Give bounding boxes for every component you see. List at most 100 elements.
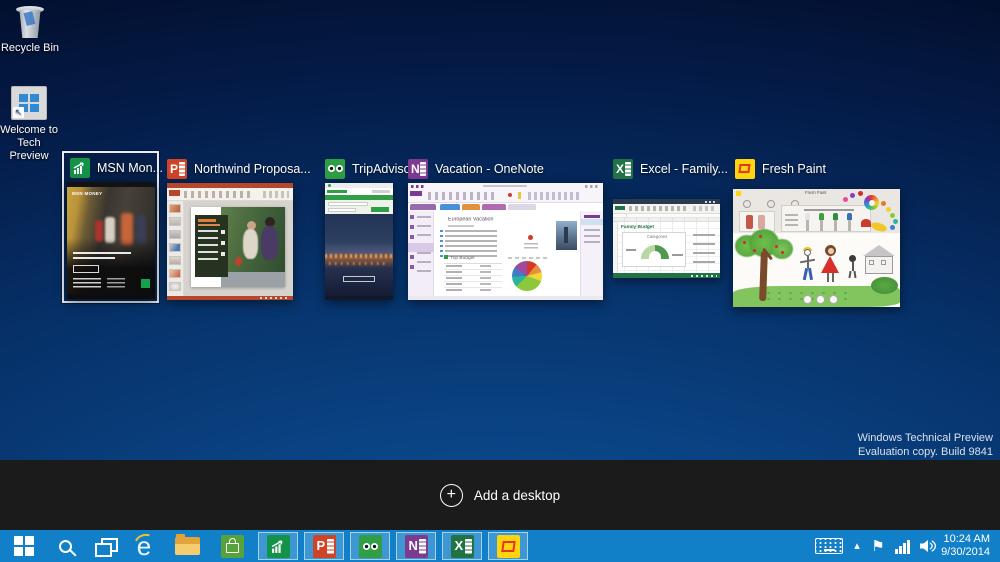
window-title-msn-money[interactable]: MSN Mon... <box>70 157 163 179</box>
keyboard-icon <box>815 538 843 554</box>
task-view-strip: + Add a desktop <box>0 460 1000 530</box>
trip-search-area <box>325 200 393 214</box>
selected-window-msn-money[interactable]: MSN Mon... MSN MONEY <box>62 151 163 303</box>
ppt-slide <box>191 207 285 287</box>
freshpaint-titlebar-icon <box>736 191 741 196</box>
powerpoint-icon: P <box>312 534 336 558</box>
taskbar-msn-money[interactable] <box>258 532 298 560</box>
window-title-label: Vacation - OneNote <box>435 162 544 176</box>
internet-explorer-button[interactable]: e <box>124 530 164 562</box>
search-icon <box>58 539 72 553</box>
add-desktop-button[interactable]: + Add a desktop <box>0 460 1000 530</box>
window-title-label: Excel - Family... <box>640 162 728 176</box>
window-title-label: Fresh Paint <box>762 162 826 176</box>
window-title-freshpaint[interactable]: Fresh Paint <box>735 158 826 180</box>
excel-heading: Family Budget <box>621 225 655 230</box>
ppt-canvas <box>184 201 293 296</box>
msn-money-icon <box>266 534 290 558</box>
taskbar-excel[interactable]: X <box>442 532 482 560</box>
freshpaint-titlebar-text: Fresh Paint <box>805 191 827 196</box>
msn-brand-text: MSN MONEY <box>72 192 103 197</box>
freshpaint-paint-panel <box>739 211 775 232</box>
build-watermark: Windows Technical Preview Evaluation cop… <box>857 432 993 458</box>
window-thumbnail-excel[interactable]: Family Budget Categories <box>613 199 720 278</box>
onenote-pie-chart <box>512 261 542 291</box>
window-title-powerpoint[interactable]: P Northwind Proposa... <box>167 158 311 180</box>
welcome-tech-preview-shortcut[interactable]: ↖ Welcome to Tech Preview <box>0 86 59 163</box>
welcome-shortcut-label: Welcome to Tech Preview <box>0 124 58 162</box>
window-thumbnail-onenote[interactable]: European Vacation Trip Budget <box>408 183 603 300</box>
internet-explorer-icon: e <box>130 530 159 559</box>
ppt-slide-rail <box>167 201 184 296</box>
window-thumbnail-freshpaint[interactable]: Fresh Paint <box>733 189 900 307</box>
file-explorer-button[interactable] <box>166 530 208 562</box>
tripadvisor-icon <box>358 534 382 558</box>
powerpoint-icon: P <box>167 159 187 179</box>
window-title-label: Northwind Proposa... <box>194 162 311 176</box>
onenote-budget-table <box>444 263 502 293</box>
welcome-shortcut-icon: ↖ <box>11 86 47 120</box>
freshpaint-bush <box>871 277 898 294</box>
volume-icon <box>919 540 936 552</box>
onenote-heading: European Vacation <box>448 217 494 223</box>
recycle-bin-shortcut[interactable]: Recycle Bin <box>0 6 60 55</box>
onenote-ribbon <box>408 189 603 203</box>
taskbar-clock[interactable]: 10:24 AM 9/30/2014 <box>941 530 996 562</box>
onenote-page-list <box>580 211 603 296</box>
task-view-icon <box>95 538 118 557</box>
plus-icon: + <box>439 483 463 507</box>
window-title-onenote[interactable]: N Vacation - OneNote <box>408 158 544 180</box>
excel-values-column <box>693 230 715 268</box>
fresh-paint-icon <box>496 534 520 558</box>
windows-logo-icon <box>14 536 34 556</box>
freshpaint-color-wheel <box>864 195 879 210</box>
recycle-bin-label: Recycle Bin <box>0 42 60 54</box>
taskbar-powerpoint[interactable]: P <box>304 532 344 560</box>
taskbar-tripadvisor[interactable] <box>350 532 390 560</box>
network-button[interactable] <box>890 530 914 562</box>
onenote-notebook-sidebar <box>408 211 434 296</box>
show-hidden-icons-button[interactable]: ▴ <box>848 530 866 562</box>
fresh-paint-icon <box>735 159 755 179</box>
search-button[interactable] <box>46 530 84 562</box>
excel-icon: X <box>450 534 474 558</box>
msn-money-icon <box>70 158 90 178</box>
volume-button[interactable] <box>914 530 940 562</box>
onenote-section-tabs <box>408 203 603 211</box>
network-signal-icon <box>894 539 910 554</box>
excel-chart-title: Categories <box>647 235 668 240</box>
start-button[interactable] <box>4 530 44 562</box>
onenote-page: European Vacation Trip Budget <box>434 211 580 296</box>
onenote-table-title: Trip Budget <box>450 256 475 261</box>
msn-logo-tile <box>141 279 150 288</box>
trip-photo <box>325 214 393 296</box>
clock-date: 9/30/2014 <box>941 546 990 558</box>
window-thumbnail-msn-money[interactable]: MSN MONEY <box>67 182 155 299</box>
onenote-icon: N <box>408 159 428 179</box>
onenote-photo <box>556 221 577 250</box>
store-button[interactable] <box>212 530 252 562</box>
store-icon <box>220 534 244 558</box>
touch-keyboard-button[interactable] <box>810 530 848 562</box>
shortcut-arrow-icon: ↖ <box>13 107 24 118</box>
excel-ribbon <box>613 204 720 214</box>
excel-icon: X <box>613 159 633 179</box>
taskbar-fresh-paint[interactable] <box>488 532 528 560</box>
freshpaint-brush-panel <box>781 205 871 232</box>
freshpaint-canvas <box>733 229 900 307</box>
task-view-button[interactable] <box>86 530 124 562</box>
window-title-label: MSN Mon... <box>97 161 163 175</box>
ppt-ribbon <box>167 188 293 201</box>
tripadvisor-icon <box>325 159 345 179</box>
file-explorer-icon <box>174 534 200 555</box>
onenote-icon: N <box>404 534 428 558</box>
window-thumbnail-powerpoint[interactable] <box>167 183 293 300</box>
taskbar-onenote[interactable]: N <box>396 532 436 560</box>
recycle-bin-icon <box>16 6 44 38</box>
window-thumbnail-tripadvisor[interactable] <box>325 183 393 300</box>
desktop: Recycle Bin ↖ Welcome to Tech Preview MS… <box>0 0 1000 562</box>
msn-text-overlay <box>67 238 155 294</box>
window-title-excel[interactable]: X Excel - Family... <box>613 158 728 180</box>
excel-sheet: Family Budget Categories <box>613 222 720 273</box>
action-center-button[interactable]: ⚑ <box>866 530 890 562</box>
